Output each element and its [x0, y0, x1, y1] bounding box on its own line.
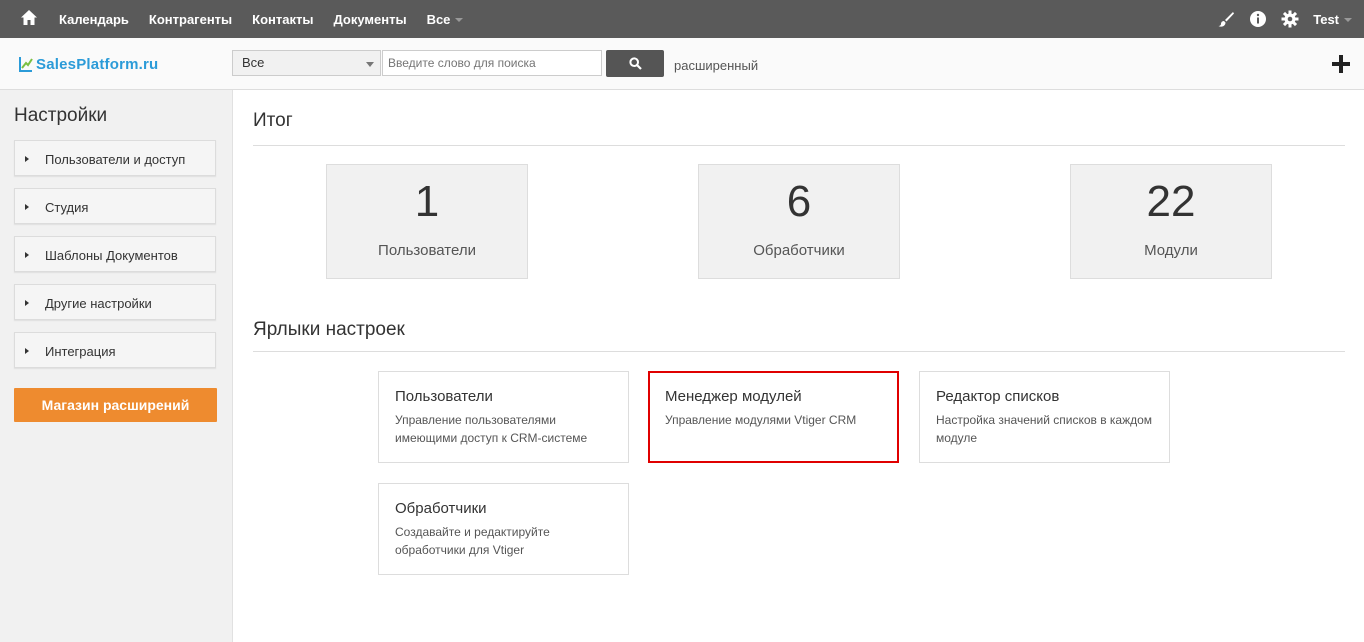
home-icon[interactable] [19, 8, 39, 28]
user-menu[interactable]: Test [1313, 12, 1352, 27]
advanced-search-link[interactable]: расширенный [674, 58, 758, 73]
chevron-down-icon [455, 18, 464, 23]
sidebar-item-label: Пользователи и доступ [45, 152, 186, 167]
logo[interactable]: SalesPlatform.ru [19, 54, 158, 74]
shortcut-picklist-editor[interactable]: Редактор списков Настройка значений спис… [919, 371, 1170, 463]
logo-chart-icon [19, 57, 33, 72]
shortcut-title: Менеджер модулей [665, 388, 802, 405]
user-name: Test [1313, 11, 1339, 27]
nav-documents[interactable]: Документы [333, 12, 406, 27]
nav-contacts[interactable]: Контакты [252, 12, 313, 27]
brush-icon[interactable] [1217, 10, 1235, 28]
sidebar-item-label: Шаблоны Документов [45, 248, 178, 263]
nav-all-label: Все [426, 11, 451, 27]
summary-title: Итог [253, 110, 293, 131]
triangle-right-icon [25, 156, 29, 162]
divider [253, 145, 1345, 146]
stat-value: 1 [414, 177, 440, 226]
top-navigation-bar: Календарь Контрагенты Контакты Документы… [0, 0, 1364, 38]
shortcut-description: Настройка значений списков в каждом моду… [936, 413, 1153, 445]
shortcut-title: Редактор списков [936, 388, 1060, 405]
search-bar: SalesPlatform.ru Все расширенный [0, 38, 1364, 90]
shortcut-handlers[interactable]: Обработчики Создавайте и редактируйте об… [378, 483, 629, 575]
chevron-down-icon [1344, 18, 1352, 23]
sidebar-item-label: Интеграция [45, 344, 116, 359]
triangle-right-icon [25, 300, 29, 306]
shortcut-description: Управление модулями Vtiger CRM [665, 413, 857, 427]
sidebar-item-studio[interactable]: Студия [14, 188, 216, 224]
search-input[interactable] [382, 50, 602, 76]
settings-sidebar: Настройки Пользователи и доступ Студия Ш… [0, 90, 233, 642]
sidebar-item-label: Студия [45, 200, 89, 215]
stat-modules[interactable]: 22 Модули [1070, 164, 1272, 279]
sidebar-item-label: Другие настройки [45, 296, 152, 311]
nav-accounts[interactable]: Контрагенты [149, 12, 232, 27]
sidebar-item-document-templates[interactable]: Шаблоны Документов [14, 236, 216, 272]
sidebar-item-other-settings[interactable]: Другие настройки [14, 284, 216, 320]
stat-users[interactable]: 1 Пользователи [326, 164, 528, 279]
stat-value: 6 [786, 177, 812, 226]
sidebar-item-users-access[interactable]: Пользователи и доступ [14, 140, 216, 176]
add-icon[interactable] [1331, 54, 1351, 74]
shortcut-description: Управление пользователями имеющими досту… [395, 413, 588, 445]
chevron-down-icon [366, 62, 374, 67]
gear-icon[interactable] [1281, 10, 1299, 28]
shortcut-title: Обработчики [395, 500, 487, 517]
search-scope-select[interactable]: Все [232, 50, 381, 76]
stat-label: Модули [1144, 242, 1198, 259]
stat-label: Обработчики [753, 242, 845, 259]
stat-value: 22 [1146, 177, 1196, 226]
sidebar-item-integration[interactable]: Интеграция [14, 332, 216, 368]
info-icon[interactable] [1249, 10, 1267, 28]
nav-all-menu[interactable]: Все [427, 12, 464, 27]
shortcuts-title: Ярлыки настроек [253, 319, 405, 340]
triangle-right-icon [25, 252, 29, 258]
logo-text: SalesPlatform.ru [36, 55, 159, 73]
search-icon [628, 57, 642, 70]
extension-store-button[interactable]: Магазин расширений [14, 388, 217, 422]
sidebar-title: Настройки [14, 105, 108, 126]
shortcut-users[interactable]: Пользователи Управление пользователями и… [378, 371, 629, 463]
divider [253, 351, 1345, 352]
shortcut-title: Пользователи [395, 388, 493, 405]
search-button[interactable] [606, 50, 664, 77]
nav-calendar[interactable]: Календарь [59, 12, 129, 27]
shortcut-module-manager[interactable]: Менеджер модулей Управление модулями Vti… [648, 371, 899, 463]
search-scope-value: Все [242, 55, 265, 70]
triangle-right-icon [25, 348, 29, 354]
stat-label: Пользователи [378, 242, 476, 259]
shortcut-description: Создавайте и редактируйте обработчики дл… [395, 525, 550, 557]
main-content: Итог 1 Пользователи 6 Обработчики 22 Мод… [233, 90, 1364, 642]
stat-handlers[interactable]: 6 Обработчики [698, 164, 900, 279]
triangle-right-icon [25, 204, 29, 210]
